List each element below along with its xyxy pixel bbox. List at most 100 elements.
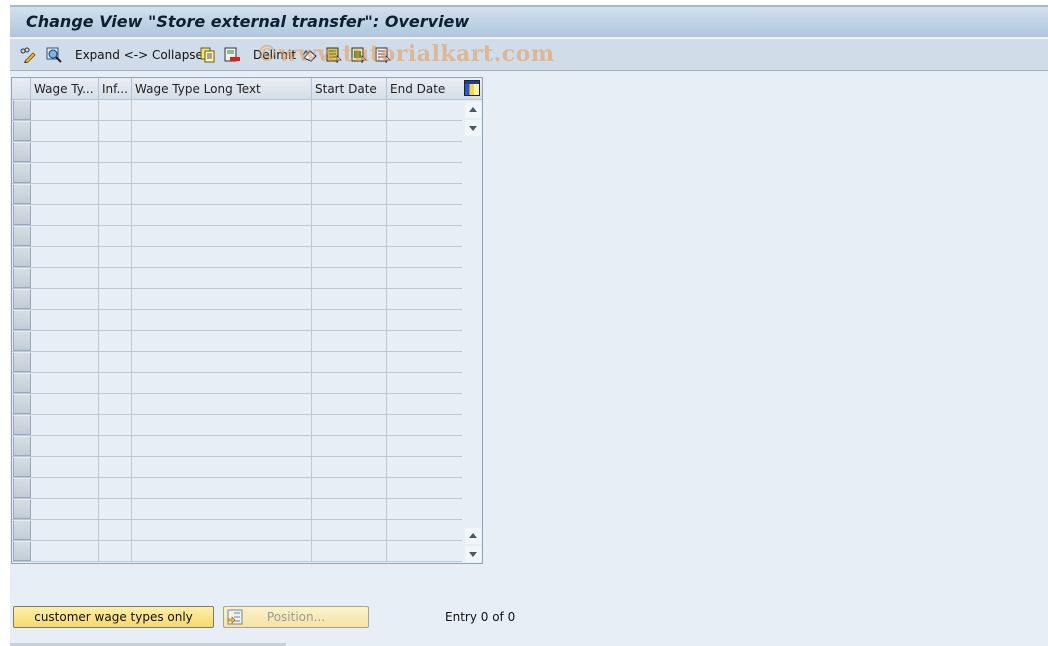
row-selector[interactable] (13, 520, 31, 540)
table-cell-start-date[interactable] (312, 205, 387, 226)
table-cell-wage-type[interactable] (31, 373, 99, 394)
table-cell-end-date[interactable] (387, 289, 462, 310)
table-cell-start-date[interactable] (312, 331, 387, 352)
table-cell-inf[interactable] (99, 457, 132, 478)
table-cell-inf[interactable] (99, 184, 132, 205)
table-cell-start-date[interactable] (312, 394, 387, 415)
table-cell-long-text[interactable] (132, 268, 312, 289)
table-cell-inf[interactable] (99, 499, 132, 520)
table-cell-inf[interactable] (99, 394, 132, 415)
table-cell-start-date[interactable] (312, 499, 387, 520)
copy-as-button[interactable] (200, 46, 216, 64)
table-cell-long-text[interactable] (132, 499, 312, 520)
table-cell-long-text[interactable] (132, 352, 312, 373)
table-settings-icon[interactable] (464, 80, 480, 96)
table-cell-wage-type[interactable] (31, 478, 99, 499)
table-cell-end-date[interactable] (387, 373, 462, 394)
table-cell-inf[interactable] (99, 520, 132, 541)
column-header-inf[interactable]: Inf... (99, 78, 132, 100)
table-cell-inf[interactable] (99, 415, 132, 436)
column-header-long-text[interactable]: Wage Type Long Text (132, 78, 312, 100)
delimit-button[interactable]: Delimit (253, 46, 296, 64)
row-selector[interactable] (13, 478, 31, 498)
table-cell-wage-type[interactable] (31, 163, 99, 184)
table-cell-start-date[interactable] (312, 478, 387, 499)
row-selector[interactable] (13, 499, 31, 519)
expand-collapse-button[interactable]: Expand <-> Collapse (75, 46, 203, 64)
row-selector[interactable] (13, 121, 31, 141)
table-cell-start-date[interactable] (312, 163, 387, 184)
table-cell-long-text[interactable] (132, 205, 312, 226)
table-cell-wage-type[interactable] (31, 247, 99, 268)
table-cell-inf[interactable] (99, 289, 132, 310)
table-cell-start-date[interactable] (312, 142, 387, 163)
row-selector[interactable] (13, 352, 31, 372)
deselect-all-button[interactable] (375, 46, 391, 64)
table-cell-long-text[interactable] (132, 142, 312, 163)
table-cell-end-date[interactable] (387, 415, 462, 436)
table-cell-start-date[interactable] (312, 541, 387, 562)
table-cell-wage-type[interactable] (31, 352, 99, 373)
table-cell-start-date[interactable] (312, 352, 387, 373)
table-cell-wage-type[interactable] (31, 499, 99, 520)
table-cell-wage-type[interactable] (31, 100, 99, 121)
table-cell-end-date[interactable] (387, 478, 462, 499)
table-cell-end-date[interactable] (387, 436, 462, 457)
row-selector[interactable] (13, 457, 31, 477)
row-selector[interactable] (13, 331, 31, 351)
table-cell-end-date[interactable] (387, 121, 462, 142)
table-cell-wage-type[interactable] (31, 415, 99, 436)
table-cell-long-text[interactable] (132, 373, 312, 394)
table-cell-end-date[interactable] (387, 100, 462, 121)
table-cell-end-date[interactable] (387, 163, 462, 184)
table-cell-start-date[interactable] (312, 520, 387, 541)
table-cell-long-text[interactable] (132, 394, 312, 415)
scroll-page-up-button[interactable] (465, 528, 481, 544)
table-cell-start-date[interactable] (312, 268, 387, 289)
table-cell-start-date[interactable] (312, 100, 387, 121)
row-selector[interactable] (13, 163, 31, 183)
row-selector[interactable] (13, 142, 31, 162)
select-all-rows-header[interactable] (12, 78, 31, 100)
display-change-button[interactable] (20, 46, 36, 64)
row-selector[interactable] (13, 100, 31, 120)
table-cell-start-date[interactable] (312, 121, 387, 142)
find-button[interactable] (46, 46, 62, 64)
table-cell-long-text[interactable] (132, 310, 312, 331)
table-cell-end-date[interactable] (387, 541, 462, 562)
table-cell-inf[interactable] (99, 373, 132, 394)
row-selector[interactable] (13, 268, 31, 288)
table-cell-start-date[interactable] (312, 373, 387, 394)
table-cell-long-text[interactable] (132, 226, 312, 247)
table-cell-wage-type[interactable] (31, 310, 99, 331)
row-selector[interactable] (13, 247, 31, 267)
table-cell-start-date[interactable] (312, 310, 387, 331)
table-cell-end-date[interactable] (387, 247, 462, 268)
table-cell-start-date[interactable] (312, 457, 387, 478)
table-cell-long-text[interactable] (132, 415, 312, 436)
table-cell-long-text[interactable] (132, 331, 312, 352)
table-cell-long-text[interactable] (132, 289, 312, 310)
table-cell-wage-type[interactable] (31, 268, 99, 289)
table-cell-inf[interactable] (99, 247, 132, 268)
table-cell-start-date[interactable] (312, 289, 387, 310)
table-cell-wage-type[interactable] (31, 520, 99, 541)
table-cell-long-text[interactable] (132, 100, 312, 121)
table-cell-end-date[interactable] (387, 184, 462, 205)
table-cell-end-date[interactable] (387, 226, 462, 247)
row-selector[interactable] (13, 226, 31, 246)
table-cell-inf[interactable] (99, 478, 132, 499)
vertical-scrollbar[interactable] (463, 100, 482, 563)
scroll-up-button[interactable] (465, 102, 481, 118)
table-cell-inf[interactable] (99, 142, 132, 163)
column-header-start-date[interactable]: Start Date (312, 78, 387, 100)
table-cell-wage-type[interactable] (31, 226, 99, 247)
row-selector[interactable] (13, 373, 31, 393)
table-cell-wage-type[interactable] (31, 457, 99, 478)
table-cell-inf[interactable] (99, 100, 132, 121)
table-cell-end-date[interactable] (387, 499, 462, 520)
table-cell-inf[interactable] (99, 205, 132, 226)
table-cell-long-text[interactable] (132, 520, 312, 541)
table-cell-end-date[interactable] (387, 205, 462, 226)
table-cell-inf[interactable] (99, 331, 132, 352)
